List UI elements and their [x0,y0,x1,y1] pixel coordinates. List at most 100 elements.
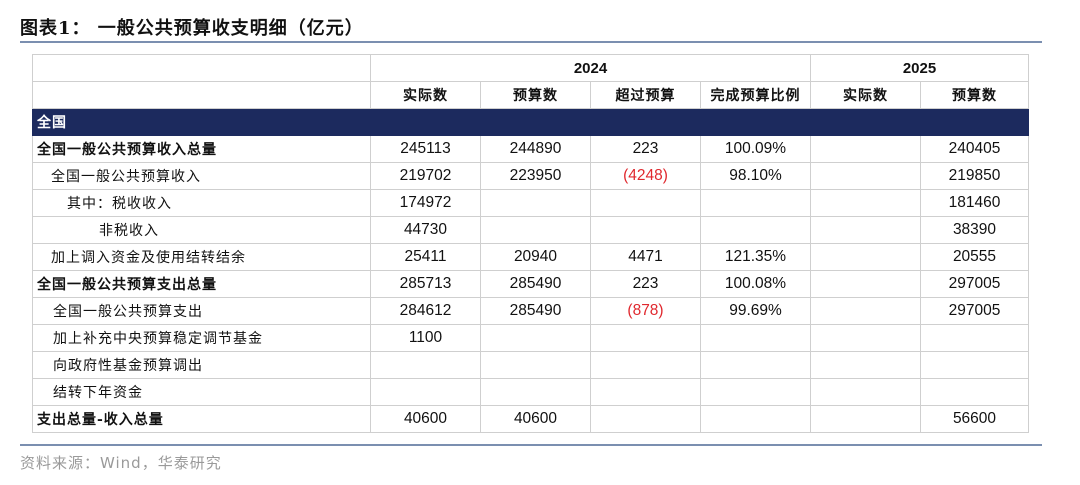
row-label: 非税收入 [32,216,371,244]
table-row: 加上补充中央预算稳定调节基金 1100 [32,324,1029,352]
cell-value: 240405 [920,135,1029,163]
col-header-budget-2024: 预算数 [480,81,591,109]
table-row: 全国一般公共预算收入 219702 223950 (4248) 98.10% 219850 [32,162,1029,190]
title-divider [20,41,1042,43]
cell-value: 40600 [370,405,481,433]
cell-value [480,324,591,352]
cell-value [480,216,591,244]
cell-value: 100.09% [700,135,811,163]
table-row: 非税收入 44730 38390 [32,216,1029,244]
cell-value [700,189,811,217]
cell-value: 1100 [370,324,481,352]
cell-value [810,216,921,244]
cell-value: 40600 [480,405,591,433]
table-row: 向政府性基金预算调出 [32,351,1029,379]
year-2024-header: 2024 [370,54,811,82]
cell-value: 284612 [370,297,481,325]
figure-title: 图表1： 一般公共预算收支明细（亿元） [20,18,364,39]
year-header-row: 2024 2025 [32,54,1029,82]
cell-value: 44730 [370,216,481,244]
cell-value: 245113 [370,135,481,163]
cell-value [810,324,921,352]
table-row: 其中：税收收入 174972 181460 [32,189,1029,217]
section-label: 全国 [32,108,1029,136]
source-note: 资料来源：Wind，华泰研究 [20,454,222,472]
cell-value [810,135,921,163]
cell-value: 285490 [480,297,591,325]
cell-value [700,324,811,352]
cell-value [810,189,921,217]
col-header-budget-2025: 预算数 [920,81,1029,109]
cell-value: 20555 [920,243,1029,271]
table-row: 全国一般公共预算支出 284612 285490 (878) 99.69% 297005 [32,297,1029,325]
cell-value [480,378,591,406]
cell-value [590,351,701,379]
cell-value [920,324,1029,352]
cell-value [590,324,701,352]
cell-value [920,351,1029,379]
table-row: 支出总量-收入总量 40600 40600 56600 [32,405,1029,433]
cell-value [590,405,701,433]
cell-value: 99.69% [700,297,811,325]
row-label: 其中：税收收入 [32,189,371,217]
cell-value [590,216,701,244]
table-row: 加上调入资金及使用结转结余 25411 20940 4471 121.35% 20555 [32,243,1029,271]
cell-value: 121.35% [700,243,811,271]
cell-value: 223950 [480,162,591,190]
row-label: 加上补充中央预算稳定调节基金 [32,324,371,352]
table-row: 全国一般公共预算收入总量 245113 244890 223 100.09% 240405 [32,135,1029,163]
cell-value [700,216,811,244]
cell-value [810,405,921,433]
cell-value: 20940 [480,243,591,271]
cell-value [370,378,481,406]
col-header-completion-ratio: 完成预算比例 [700,81,811,109]
cell-value [590,189,701,217]
col-header-actual-2024: 实际数 [370,81,481,109]
col-header-actual-2025: 实际数 [810,81,921,109]
cell-value: 38390 [920,216,1029,244]
cell-value: 223 [590,270,701,298]
col-header-over-budget: 超过预算 [590,81,701,109]
row-label: 支出总量-收入总量 [32,405,371,433]
cell-value [480,189,591,217]
row-label: 向政府性基金预算调出 [32,351,371,379]
cell-value: 174972 [370,189,481,217]
bottom-divider [20,444,1042,446]
cell-value [810,270,921,298]
cell-value [810,243,921,271]
cell-value: 56600 [920,405,1029,433]
table-body: 全国一般公共预算收入总量 245113 244890 223 100.09% 240405… [32,135,1029,433]
cell-value [810,297,921,325]
cell-value: (4248) [590,162,701,190]
header-blank [32,54,371,82]
header-blank [32,81,371,109]
cell-value [810,378,921,406]
cell-value: 244890 [480,135,591,163]
cell-value [480,351,591,379]
cell-value [920,378,1029,406]
cell-value [370,351,481,379]
cell-value [810,162,921,190]
row-label: 全国一般公共预算支出 [32,297,371,325]
budget-table: 2024 2025 实际数 预算数 超过预算 完成预算比例 实际数 预算数 全国… [32,54,1029,433]
cell-value: 297005 [920,270,1029,298]
section-row-national: 全国 [32,108,1029,136]
cell-value: 285713 [370,270,481,298]
cell-value: 219850 [920,162,1029,190]
cell-value: 223 [590,135,701,163]
cell-value: (878) [590,297,701,325]
table-row: 结转下年资金 [32,378,1029,406]
table-row: 全国一般公共预算支出总量 285713 285490 223 100.08% 297005 [32,270,1029,298]
cell-value: 100.08% [700,270,811,298]
cell-value: 4471 [590,243,701,271]
cell-value [700,405,811,433]
cell-value [810,351,921,379]
cell-value: 285490 [480,270,591,298]
cell-value: 25411 [370,243,481,271]
cell-value: 181460 [920,189,1029,217]
row-label: 结转下年资金 [32,378,371,406]
cell-value: 219702 [370,162,481,190]
cell-value [590,378,701,406]
cell-value: 297005 [920,297,1029,325]
year-2025-header: 2025 [810,54,1029,82]
